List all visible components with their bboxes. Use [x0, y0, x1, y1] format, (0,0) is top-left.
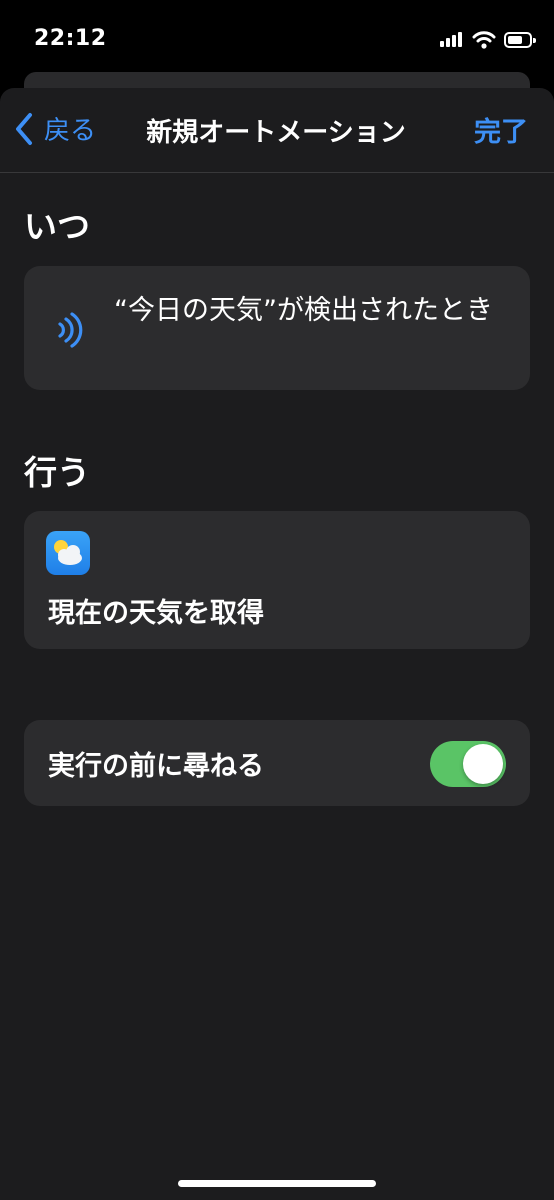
automation-sheet: 戻る 新規オートメーション 完了 いつ “今日の天気”が検出されたとき 行う 現…: [0, 88, 554, 1200]
do-section-title: 行う: [24, 453, 90, 492]
home-indicator[interactable]: [178, 1180, 376, 1187]
trigger-description: “今日の天気”が検出されたとき: [114, 295, 493, 326]
ask-before-running-row: 実行の前に尋ねる: [24, 720, 530, 806]
toggle-knob: [463, 744, 503, 784]
battery-icon: [504, 32, 536, 48]
when-section-title: いつ: [24, 207, 90, 246]
wifi-icon: [472, 31, 496, 49]
nfc-icon: [58, 312, 83, 348]
status-bar: 22:12: [0, 0, 554, 80]
navigation-bar: 戻る 新規オートメーション 完了: [0, 88, 554, 173]
ask-before-running-label: 実行の前に尋ねる: [48, 751, 264, 782]
action-label: 現在の天気を取得: [48, 598, 264, 629]
cellular-signal-icon: [440, 32, 462, 47]
action-card[interactable]: 現在の天気を取得: [24, 511, 530, 649]
ask-before-running-toggle[interactable]: [430, 741, 506, 787]
weather-app-icon: [46, 531, 90, 575]
status-time: 22:12: [34, 26, 107, 51]
done-button[interactable]: 完了: [474, 110, 528, 149]
trigger-card[interactable]: “今日の天気”が検出されたとき: [24, 266, 530, 390]
page-title: 新規オートメーション: [146, 118, 406, 148]
